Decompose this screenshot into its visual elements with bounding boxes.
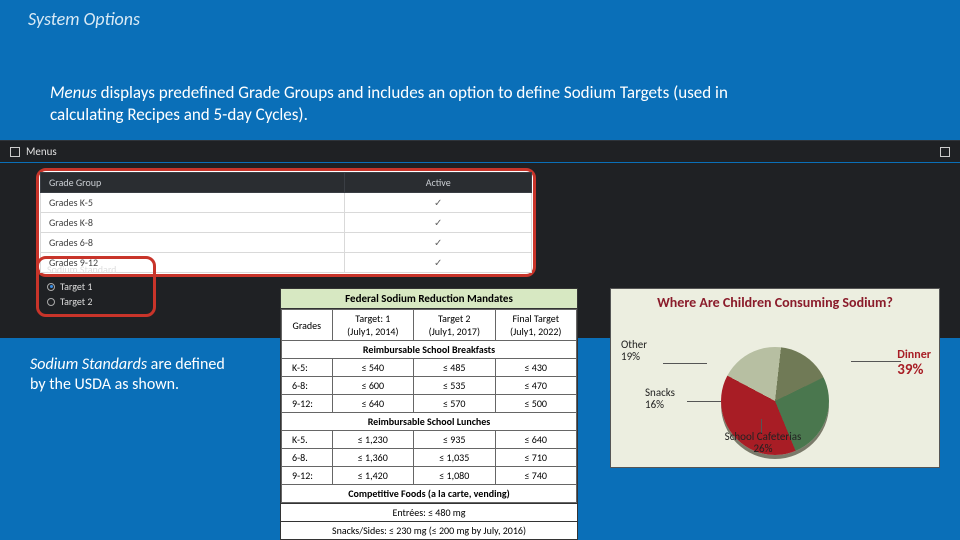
active-check[interactable]: ✓ [345, 233, 532, 253]
mandate-footer-1: Entrées: ≤ 480 mg [281, 503, 577, 521]
col-active: Active [345, 173, 532, 193]
intro-text: Menus displays predefined Grade Groups a… [50, 82, 770, 126]
table-row[interactable]: Grades K-5 ✓ [41, 193, 532, 213]
active-check[interactable]: ✓ [345, 213, 532, 233]
active-check[interactable]: ✓ [345, 253, 532, 273]
slide-title: System Options [28, 8, 140, 30]
pie-title: Where Are Children Consuming Sodium? [611, 289, 939, 311]
menu-icon [10, 147, 20, 157]
pie-label-school: School Cafeterias26% [723, 431, 803, 455]
sodium-standard-label: Sodium Standard [47, 263, 145, 276]
table-row[interactable]: Grades K-8 ✓ [41, 213, 532, 233]
radio-target-2[interactable]: Target 2 [47, 295, 145, 308]
mandate-title: Federal Sodium Reduction Mandates [281, 289, 577, 309]
col-grade-group: Grade Group [41, 173, 345, 193]
collapse-icon[interactable] [940, 147, 950, 157]
app-title: Menus [26, 145, 57, 158]
intro-rest: displays predefined Grade Groups and inc… [50, 82, 728, 125]
pie-label-other: Other19% [621, 339, 647, 363]
sodium-standard-callout: Sodium Standard Target 1 Target 2 [36, 256, 156, 317]
radio-icon [47, 298, 55, 306]
mandate-table-box: Federal Sodium Reduction Mandates Grades… [280, 288, 578, 540]
radio-target-1[interactable]: Target 1 [47, 280, 145, 293]
app-header: Menus [0, 141, 960, 163]
mandate-table: Grades Target: 1(July1, 2014) Target 2(J… [281, 309, 577, 503]
caption-text: Sodium Standards are defined by the USDA… [30, 355, 240, 395]
mandate-footer-2: Snacks/Sides: ≤ 230 mg (≤ 200 mg by July… [281, 521, 577, 539]
pie-chart-box: Where Are Children Consuming Sodium? Din… [610, 288, 940, 468]
radio-icon [47, 283, 55, 291]
intro-lead: Menus [50, 82, 97, 103]
caption-lead: Sodium Standards [30, 355, 147, 374]
pie-label-dinner: Dinner39% [897, 349, 931, 379]
pie-label-snacks: Snacks16% [645, 387, 675, 411]
active-check[interactable]: ✓ [345, 193, 532, 213]
table-row[interactable]: Grades 6-8 ✓ [41, 233, 532, 253]
